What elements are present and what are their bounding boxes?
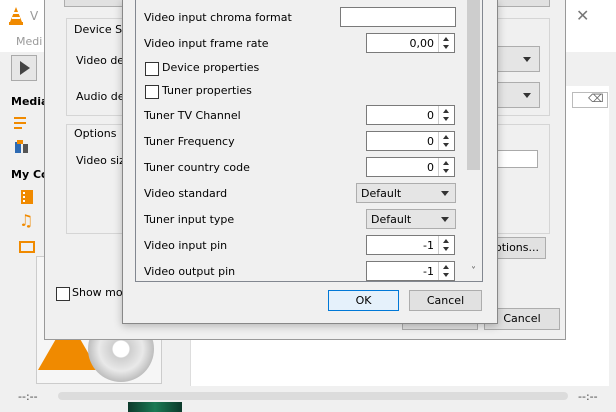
country-code-label: Tuner country code <box>144 161 250 174</box>
spin-up-icon[interactable] <box>443 109 449 113</box>
spin-down-icon[interactable] <box>443 45 449 49</box>
frame-rate-label: Video input frame rate <box>144 37 269 50</box>
sidebar-my-computer-label: My Co <box>11 168 49 181</box>
tuner-input-type-label: Tuner input type <box>144 213 235 226</box>
sidebar-media-label: Media <box>11 95 49 108</box>
scrollbar-thumb[interactable] <box>467 0 480 170</box>
clear-search-icon[interactable]: ⌫ <box>588 92 604 105</box>
tuner-input-type-select[interactable]: Default <box>366 209 456 229</box>
scroll-down-icon[interactable]: ˅ <box>467 266 480 279</box>
chevron-down-icon <box>441 217 449 222</box>
spin-down-icon[interactable] <box>443 143 449 147</box>
library-icon[interactable] <box>14 140 30 154</box>
capture-mode-combo[interactable] <box>64 0 126 7</box>
play-icon <box>20 61 30 75</box>
ok-button[interactable]: OK <box>328 290 399 311</box>
spin-up-icon[interactable] <box>443 135 449 139</box>
video-output-pin-label: Video output pin <box>144 265 236 278</box>
close-icon[interactable]: ✕ <box>576 6 589 25</box>
chevron-down-icon <box>523 57 531 62</box>
show-more-checkbox[interactable] <box>56 287 70 301</box>
menu-media[interactable]: Medi <box>16 35 42 48</box>
tv-icon[interactable] <box>19 240 35 254</box>
spin-down-icon[interactable] <box>443 247 449 251</box>
vlc-cone-icon <box>9 7 23 25</box>
video-standard-value: Default <box>361 187 402 200</box>
spin-up-icon[interactable] <box>443 161 449 165</box>
tv-channel-value: 0 <box>427 109 434 122</box>
video-icon[interactable] <box>19 190 35 204</box>
video-input-pin-spinbox[interactable]: -1 <box>366 235 455 255</box>
device-properties-label: Device properties <box>162 61 260 74</box>
chroma-format-label: Video input chroma format <box>144 11 292 24</box>
video-input-pin-label: Video input pin <box>144 239 228 252</box>
tuner-input-type-value: Default <box>371 213 412 226</box>
playlist-icon[interactable] <box>14 116 30 130</box>
country-code-value: 0 <box>427 161 434 174</box>
spin-buttons[interactable] <box>438 106 454 124</box>
chevron-down-icon <box>523 93 531 98</box>
video-thumbnail-strip <box>128 402 182 412</box>
device-properties-checkbox[interactable] <box>145 62 159 76</box>
chroma-format-input[interactable] <box>340 7 456 27</box>
video-standard-label: Video standard <box>144 187 228 200</box>
video-input-pin-value: -1 <box>423 239 434 252</box>
music-icon[interactable]: ♫ <box>19 213 33 229</box>
spin-buttons[interactable] <box>438 158 454 176</box>
tuner-properties-label: Tuner properties <box>162 84 252 97</box>
spin-buttons[interactable] <box>438 132 454 150</box>
video-standard-select[interactable]: Default <box>356 183 456 203</box>
tv-channel-label: Tuner TV Channel <box>144 109 241 122</box>
cancel-button[interactable]: Cancel <box>409 290 482 311</box>
spin-down-icon[interactable] <box>443 117 449 121</box>
spin-buttons[interactable] <box>438 34 454 52</box>
spin-buttons[interactable] <box>438 262 454 280</box>
country-code-spinbox[interactable]: 0 <box>366 157 455 177</box>
spin-down-icon[interactable] <box>443 273 449 277</box>
options-group-title: Options <box>72 127 119 140</box>
total-time: --:-- <box>578 390 598 403</box>
frame-rate-spinbox[interactable]: 0,00 <box>366 33 455 53</box>
video-output-pin-spinbox[interactable]: -1 <box>366 261 455 281</box>
play-button[interactable] <box>11 55 37 81</box>
frame-rate-value: 0,00 <box>409 37 435 50</box>
chevron-down-icon <box>441 191 449 196</box>
spin-up-icon[interactable] <box>443 239 449 243</box>
tv-channel-spinbox[interactable]: 0 <box>366 105 455 125</box>
elapsed-time: --:-- <box>18 390 38 403</box>
tuner-properties-checkbox[interactable] <box>145 85 159 99</box>
vlc-window-title: V <box>30 9 39 23</box>
seek-slider[interactable] <box>58 392 568 400</box>
tuner-frequency-spinbox[interactable]: 0 <box>366 131 455 151</box>
spin-up-icon[interactable] <box>443 265 449 269</box>
tuner-frequency-value: 0 <box>427 135 434 148</box>
spin-up-icon[interactable] <box>443 37 449 41</box>
tuner-frequency-label: Tuner Frequency <box>144 135 235 148</box>
spin-down-icon[interactable] <box>443 169 449 173</box>
spin-buttons[interactable] <box>438 236 454 254</box>
video-output-pin-value: -1 <box>423 265 434 278</box>
